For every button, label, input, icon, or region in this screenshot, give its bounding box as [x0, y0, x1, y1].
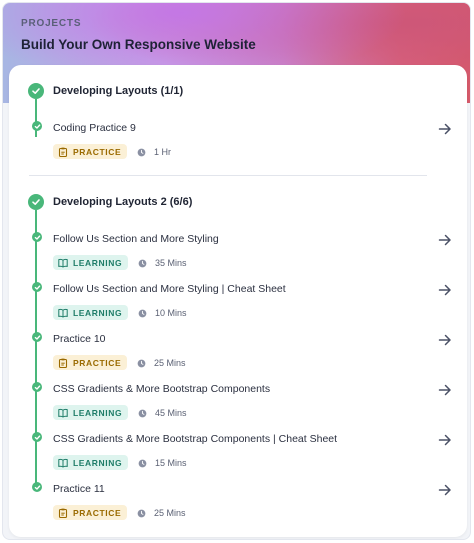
- item-title[interactable]: Follow Us Section and More Styling: [53, 233, 219, 245]
- duration-text: 35 Mins: [155, 258, 187, 268]
- check-dot-icon: [32, 382, 42, 392]
- arrow-right-icon[interactable]: [438, 233, 452, 247]
- badge-label: LEARNING: [73, 457, 123, 468]
- duration-text: 25 Mins: [154, 508, 186, 518]
- clock-icon: [138, 459, 147, 467]
- check-circle-icon: [28, 194, 44, 210]
- badge-label: LEARNING: [73, 257, 123, 268]
- clock-icon: [138, 309, 147, 317]
- clock-icon: [137, 509, 146, 517]
- course-content-card: Developing Layouts (1/1) Coding Practice…: [9, 65, 467, 537]
- check-circle-icon: [28, 83, 44, 99]
- progress-line: [35, 210, 37, 490]
- book-icon: [58, 458, 68, 468]
- badge-label: PRACTICE: [73, 507, 122, 518]
- clipboard-icon: [58, 508, 68, 518]
- duration-text: 15 Mins: [155, 458, 187, 468]
- duration-text: 1 Hr: [154, 147, 172, 157]
- arrow-right-icon[interactable]: [438, 333, 452, 347]
- clipboard-icon: [58, 147, 68, 157]
- arrow-right-icon[interactable]: [438, 122, 452, 136]
- practice-badge: PRACTICE: [53, 355, 128, 370]
- clock-icon: [138, 259, 147, 267]
- item-title[interactable]: CSS Gradients & More Bootstrap Component…: [53, 383, 270, 395]
- item-title[interactable]: CSS Gradients & More Bootstrap Component…: [53, 433, 337, 445]
- project-title: Build Your Own Responsive Website: [21, 37, 256, 52]
- check-dot-icon: [32, 332, 42, 342]
- arrow-right-icon[interactable]: [438, 383, 452, 397]
- section-title: Developing Layouts (1/1): [53, 85, 184, 97]
- badge-label: LEARNING: [73, 307, 123, 318]
- learning-badge: LEARNING: [53, 255, 129, 270]
- check-dot-icon: [32, 432, 42, 442]
- duration: 15 Mins: [138, 458, 187, 468]
- learning-badge: LEARNING: [53, 305, 129, 320]
- duration: 10 Mins: [138, 308, 187, 318]
- check-dot-icon: [32, 121, 42, 131]
- duration: 1 Hr: [137, 147, 171, 157]
- learning-badge: LEARNING: [53, 455, 129, 470]
- arrow-right-icon[interactable]: [438, 283, 452, 297]
- duration-text: 25 Mins: [154, 358, 186, 368]
- check-dot-icon: [32, 482, 42, 492]
- practice-badge: PRACTICE: [53, 505, 128, 520]
- app-frame: PROJECTS Build Your Own Responsive Websi…: [2, 2, 471, 540]
- practice-badge: PRACTICE: [53, 144, 128, 159]
- duration-text: 10 Mins: [155, 308, 187, 318]
- badge-label: PRACTICE: [73, 357, 122, 368]
- badge-label: LEARNING: [73, 407, 123, 418]
- clock-icon: [137, 148, 146, 156]
- learning-badge: LEARNING: [53, 405, 129, 420]
- section-divider: [29, 175, 427, 176]
- projects-label: PROJECTS: [21, 18, 82, 29]
- duration: 45 Mins: [138, 408, 187, 418]
- clipboard-icon: [58, 358, 68, 368]
- book-icon: [58, 408, 68, 418]
- duration: 25 Mins: [137, 358, 186, 368]
- section-title: Developing Layouts 2 (6/6): [53, 196, 193, 208]
- check-dot-icon: [32, 232, 42, 242]
- duration: 35 Mins: [138, 258, 187, 268]
- item-title[interactable]: Practice 10: [53, 333, 106, 345]
- clock-icon: [138, 409, 147, 417]
- duration: 25 Mins: [137, 508, 186, 518]
- item-title[interactable]: Practice 11: [53, 483, 105, 495]
- item-title[interactable]: Coding Practice 9: [53, 122, 136, 134]
- clock-icon: [137, 359, 146, 367]
- arrow-right-icon[interactable]: [438, 483, 452, 497]
- duration-text: 45 Mins: [155, 408, 187, 418]
- arrow-right-icon[interactable]: [438, 433, 452, 447]
- book-icon: [58, 308, 68, 318]
- check-dot-icon: [32, 282, 42, 292]
- badge-label: PRACTICE: [73, 146, 122, 157]
- progress-line: [35, 99, 37, 137]
- book-icon: [58, 258, 68, 268]
- item-title[interactable]: Follow Us Section and More Styling | Che…: [53, 283, 286, 295]
